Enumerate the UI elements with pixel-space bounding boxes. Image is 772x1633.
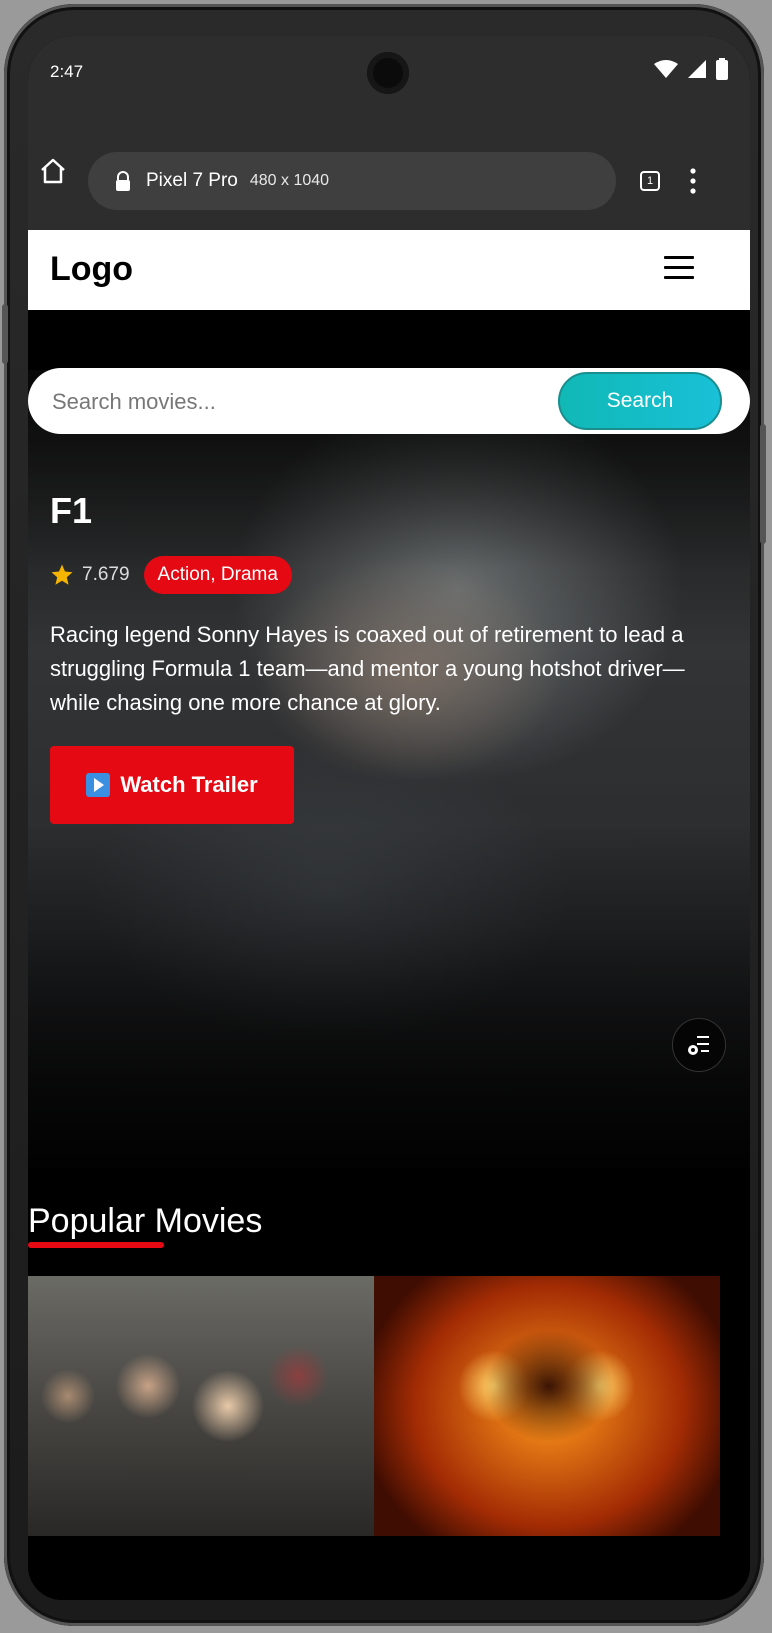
movie-overview: Racing legend Sonny Hayes is coaxed out …	[50, 622, 685, 715]
signal-icon	[688, 60, 706, 78]
wifi-icon	[654, 60, 678, 78]
front-camera	[367, 52, 409, 94]
home-icon[interactable]	[38, 156, 68, 186]
tab-switcher-button[interactable]: 1	[640, 171, 660, 191]
watch-trailer-label: Watch Trailer	[120, 772, 258, 797]
screen-bottom	[28, 1536, 750, 1600]
movie-poster[interactable]	[28, 1276, 374, 1536]
search-input[interactable]	[50, 368, 544, 436]
rating-row: 7.679 Action, Drama	[50, 556, 292, 594]
filter-fab[interactable]	[672, 1018, 726, 1072]
status-icons	[654, 58, 728, 80]
search-bar: Search	[28, 368, 750, 436]
more-options-icon[interactable]	[688, 168, 698, 194]
watch-trailer-button[interactable]: Watch Trailer	[50, 746, 294, 824]
address-bar[interactable]: Pixel 7 Pro 480 x 1040	[88, 152, 616, 210]
search-button[interactable]: Search	[558, 372, 722, 430]
popular-movies-heading: Popular Movies	[28, 1202, 263, 1240]
device-name: Pixel 7 Pro	[146, 170, 238, 191]
star-icon	[51, 564, 73, 585]
hero-banner: Search F1 7.679 Action, Drama Racing leg…	[28, 310, 750, 1168]
phone-screen: 2:47 Pixel 7 Pro 480 x 1040 1 Logo Searc…	[28, 36, 750, 1600]
movie-poster[interactable]	[374, 1276, 720, 1536]
heading-underline	[28, 1242, 164, 1248]
hamburger-menu-icon[interactable]	[664, 256, 694, 280]
genre-badge: Action, Drama	[143, 556, 292, 594]
filter-icon	[688, 1036, 709, 1055]
hero-overlay	[28, 310, 750, 1168]
rating-value: 7.679	[82, 564, 130, 585]
site-logo[interactable]: Logo	[50, 250, 133, 289]
battery-icon	[716, 58, 728, 80]
site-header: Logo	[28, 230, 750, 310]
volume-button	[2, 304, 8, 364]
power-button	[760, 424, 766, 544]
device-size: 480 x 1040	[249, 172, 330, 189]
status-bar: 2:47	[28, 36, 750, 120]
lock-icon	[116, 171, 130, 191]
status-time: 2:47	[50, 62, 84, 81]
phone-frame: 2:47 Pixel 7 Pro 480 x 1040 1 Logo Searc…	[2, 4, 766, 1626]
browser-toolbar: Pixel 7 Pro 480 x 1040 1	[28, 120, 750, 230]
play-icon	[86, 773, 111, 797]
movie-title: F1	[50, 490, 93, 531]
